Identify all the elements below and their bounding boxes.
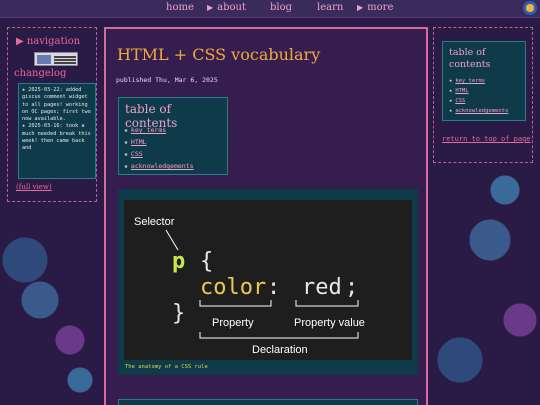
right-sidebar: table of contents ★ key terms ★ HTML ★ CSS … — [433, 27, 533, 163]
toc-link-label: HTML — [455, 88, 469, 94]
next-section-box — [118, 399, 418, 405]
changelog-scroll-box[interactable]: ★ 2025-03-22: added giscus comment widge… — [18, 83, 96, 179]
toc-link-html[interactable]: ★ HTML — [449, 88, 469, 94]
left-sidebar: ▶ navigation changelog ★ 2025-03-22: add… — [7, 27, 97, 202]
toc-link-acknowledgements[interactable]: ★ acknowledgements — [124, 162, 194, 170]
nav-label: home — [166, 2, 194, 13]
css-rule-diagram: Selector p { color : red ; } Property Pr… — [124, 200, 412, 360]
selector-annotation: Selector — [134, 216, 175, 228]
toc-link-css[interactable]: ★ CSS — [124, 150, 143, 158]
back-to-top-link[interactable]: return to top of page — [442, 135, 531, 143]
nav-link-learn[interactable]: learn — [317, 2, 343, 13]
toc-link-acknowledgements[interactable]: ★ acknowledgements — [449, 108, 508, 114]
star-icon: ★ — [124, 138, 128, 146]
sidebar-table-of-contents: table of contents ★ key terms ★ HTML ★ CSS … — [442, 41, 526, 121]
css-anatomy-figure: Selector p { color : red ; } Property Pr… — [118, 189, 418, 375]
toc-link-key-terms[interactable]: ★ key terms — [124, 126, 166, 134]
changelog-entry: ★ 2025-03-16: took a much needed break t… — [22, 123, 91, 152]
colon-text: : — [267, 275, 280, 300]
star-icon: ★ — [449, 78, 453, 84]
css-property-text: color — [200, 275, 266, 300]
navigation-toggle[interactable]: ▶ navigation — [16, 36, 80, 47]
toc-link-html[interactable]: ★ HTML — [124, 138, 147, 146]
changelog-heading: changelog — [14, 68, 67, 79]
css-value-text: red — [302, 275, 342, 300]
nav-label: about — [217, 2, 246, 13]
close-brace-text: } — [172, 301, 185, 326]
top-navigation-bar: home ▶ about blog learn ▶ more — [0, 0, 540, 18]
star-icon: ★ — [449, 98, 453, 104]
semicolon-text: ; — [345, 275, 358, 300]
nav-label: more — [367, 2, 394, 13]
nav-label: blog — [270, 2, 293, 13]
toc-link-css[interactable]: ★ CSS — [449, 98, 465, 104]
toc-link-label: acknowledgements — [130, 162, 194, 170]
changelog-full-view-link[interactable]: (full view) — [16, 183, 52, 191]
site-badge-image[interactable] — [34, 52, 78, 66]
chevron-right-icon: ▶ — [357, 3, 364, 12]
star-icon: ★ — [124, 162, 128, 170]
star-icon: ★ — [449, 88, 453, 94]
property-bracket — [199, 300, 272, 307]
changelog-entry: ★ 2025-03-22: added giscus comment widge… — [22, 87, 91, 123]
nav-link-home[interactable]: home — [166, 2, 194, 13]
declaration-bracket — [199, 332, 359, 339]
toc-link-label: acknowledgements — [455, 108, 509, 114]
table-of-contents: table of contents ★ key terms ★ HTML ★ CSS … — [118, 97, 228, 175]
toc-heading: table of contents — [449, 47, 491, 70]
property-value-annotation: Property value — [294, 317, 365, 329]
page-title: HTML + CSS vocabulary — [117, 45, 321, 64]
toc-link-label: HTML — [130, 138, 147, 146]
open-brace-text: { — [200, 249, 213, 274]
main-content: HTML + CSS vocabulary published Thu, Mar… — [104, 27, 428, 405]
toc-link-label: key terms — [455, 78, 486, 84]
nav-link-about[interactable]: ▶ about — [207, 2, 246, 13]
figure-caption: The anatomy of a CSS rule — [125, 364, 208, 370]
nav-link-blog[interactable]: blog — [270, 2, 292, 13]
selector-pointer-line — [165, 229, 179, 251]
star-icon: ★ — [449, 108, 453, 114]
published-date: published Thu, Mar 6, 2025 — [116, 76, 218, 84]
star-icon: ★ — [124, 126, 128, 134]
star-icon: ★ — [124, 150, 128, 158]
toc-link-label: key terms — [130, 126, 167, 134]
toc-link-label: CSS — [130, 150, 143, 158]
css-selector-text: p — [172, 249, 185, 274]
nav-label: learn — [317, 2, 344, 13]
toc-link-label: CSS — [455, 98, 466, 104]
property-annotation: Property — [212, 317, 254, 329]
declaration-annotation: Declaration — [252, 344, 308, 356]
chevron-right-icon: ▶ — [207, 3, 214, 12]
toc-link-key-terms[interactable]: ★ key terms — [449, 78, 485, 84]
nav-link-more[interactable]: ▶ more — [357, 2, 393, 13]
value-bracket — [295, 300, 359, 307]
css-rule-svg: Selector p { color : red ; } Property Pr… — [134, 216, 365, 356]
site-logo-icon[interactable] — [523, 1, 537, 15]
